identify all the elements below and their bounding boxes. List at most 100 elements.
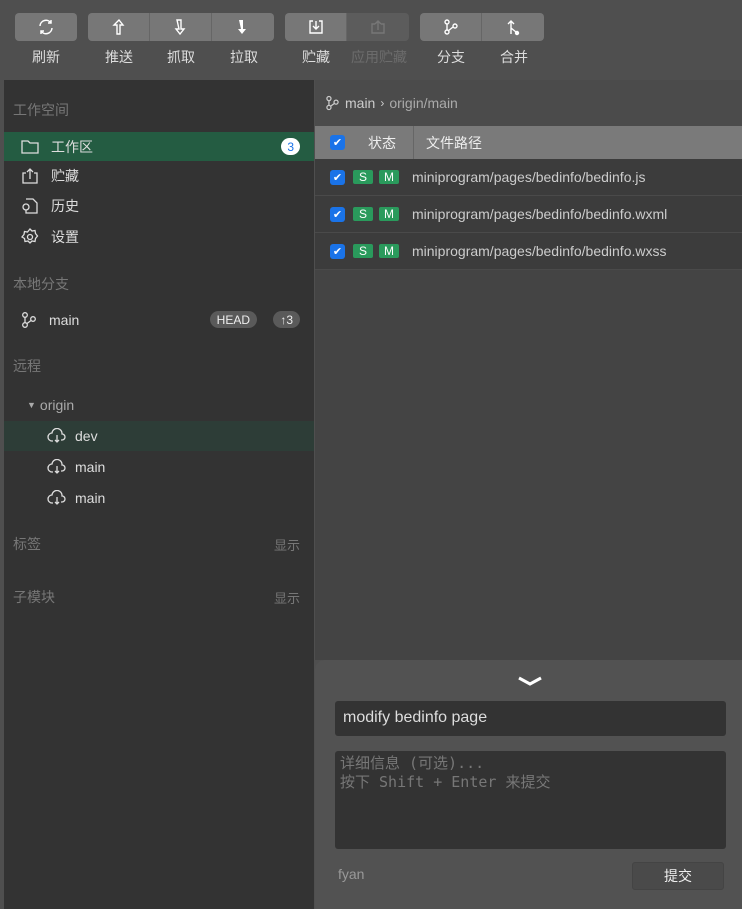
chevron-right-icon: ›	[380, 96, 385, 110]
file-path: miniprogram/pages/bedinfo/bedinfo.js	[412, 169, 646, 185]
file-checkbox[interactable]: ✔	[330, 169, 345, 185]
pull-icon	[238, 20, 246, 34]
file-path: miniprogram/pages/bedinfo/bedinfo.wxml	[412, 206, 668, 222]
push-label: 推送	[105, 49, 133, 65]
fetch-label: 抓取	[167, 49, 195, 65]
file-path: miniprogram/pages/bedinfo/bedinfo.wxss	[412, 243, 667, 259]
gear-icon	[21, 227, 39, 244]
remote-branch-main[interactable]: main	[4, 483, 314, 512]
branch-button[interactable]	[420, 13, 482, 41]
branch-name: main	[75, 458, 106, 475]
local-branches-title: 本地分支	[13, 276, 69, 292]
sidebar-item-stash[interactable]: 贮藏	[4, 161, 314, 190]
folder-icon	[21, 139, 39, 154]
file-row[interactable]: ✔ S M miniprogram/pages/bedinfo/bedinfo.…	[315, 159, 742, 196]
modified-badge: M	[379, 244, 399, 258]
fetch-icon	[174, 19, 185, 36]
remote-branch-main[interactable]: main	[4, 452, 314, 481]
author-name: fyan	[338, 866, 365, 882]
branch-icon	[443, 19, 458, 35]
ahead-badge: ↑3	[273, 311, 300, 328]
check-icon: ✔	[332, 171, 343, 184]
stash-button[interactable]	[285, 13, 347, 41]
remote-origin[interactable]: ▼ origin	[4, 390, 314, 419]
refresh-icon	[39, 19, 53, 35]
stash-icon	[22, 167, 38, 184]
apply-stash-button[interactable]	[347, 13, 409, 41]
chevron-down-icon[interactable]	[517, 676, 543, 686]
apply-stash-label: 应用贮藏	[351, 49, 407, 65]
workspace-section-title: 工作空间	[13, 102, 69, 118]
history-icon	[22, 197, 38, 214]
branch-icon	[326, 95, 339, 111]
local-branch: main	[345, 95, 376, 111]
sidebar-item-label: 贮藏	[51, 167, 79, 184]
file-row[interactable]: ✔ S M miniprogram/pages/bedinfo/bedinfo.…	[315, 196, 742, 233]
stash-label: 贮藏	[302, 49, 330, 65]
stash-icon	[308, 20, 323, 34]
submodules-section-title: 子模块	[13, 589, 55, 605]
tags-show-toggle[interactable]: 显示	[274, 535, 300, 554]
breadcrumb: main › origin/main	[315, 80, 742, 126]
modified-badge: M	[379, 207, 399, 221]
refresh-group	[15, 13, 77, 41]
sync-group	[88, 13, 274, 41]
check-icon: ✔	[332, 245, 343, 258]
modified-badge: M	[379, 170, 399, 184]
staged-badge: S	[353, 170, 373, 184]
table-header: ✔ 状态 文件路径	[315, 126, 742, 159]
merge-label: 合并	[500, 49, 528, 65]
toolbar: 刷新 推送 抓取 拉取 贮藏 应用贮藏 分支 合并	[0, 0, 742, 78]
staged-badge: S	[353, 207, 373, 221]
merge-icon	[507, 20, 520, 36]
cloud-download-icon	[47, 428, 66, 443]
select-all-checkbox[interactable]: ✔	[330, 135, 345, 150]
sidebar-item-label: 设置	[51, 228, 79, 245]
sidebar-item-workspace[interactable]: 工作区 3	[4, 132, 314, 161]
sidebar-item-label: 历史	[51, 197, 79, 214]
sidebar-item-settings[interactable]: 设置	[4, 222, 314, 251]
sidebar: 工作空间 工作区 3 贮藏 历史 设置 本地分支 main HEAD ↑3 远程…	[4, 80, 314, 909]
branch-label: 分支	[437, 49, 465, 65]
branch-name: dev	[75, 428, 98, 444]
caret-down-icon: ▼	[27, 399, 36, 410]
changes-panel: main › origin/main ✔ 状态 文件路径 ✔ S M minip…	[315, 80, 742, 660]
head-badge: HEAD	[209, 311, 257, 328]
file-checkbox[interactable]: ✔	[330, 243, 345, 259]
commit-button[interactable]: 提交	[632, 862, 724, 890]
push-icon	[111, 18, 124, 35]
commit-panel: modify bedinfo page 详细信息 (可选)... 按下 Shif…	[315, 660, 742, 909]
cloud-download-icon	[47, 458, 66, 474]
branch-name: main	[75, 489, 106, 506]
status-column-header[interactable]: 状态	[368, 133, 413, 153]
apply-stash-icon	[371, 20, 385, 34]
file-checkbox[interactable]: ✔	[330, 206, 345, 222]
remote-section-title: 远程	[13, 358, 41, 374]
tags-section-title: 标签	[13, 536, 41, 552]
submodules-show-toggle[interactable]: 显示	[274, 588, 300, 607]
commit-description-textarea[interactable]: 详细信息 (可选)... 按下 Shift + Enter 来提交	[335, 751, 726, 849]
local-branch-main[interactable]: main HEAD ↑3	[4, 305, 314, 334]
pull-label: 拉取	[230, 49, 258, 65]
file-row[interactable]: ✔ S M miniprogram/pages/bedinfo/bedinfo.…	[315, 233, 742, 270]
check-icon: ✔	[332, 137, 343, 149]
remote-name: origin	[39, 396, 75, 413]
staged-badge: S	[353, 244, 373, 258]
pull-button[interactable]	[212, 13, 274, 41]
push-button[interactable]	[88, 13, 150, 41]
refresh-label: 刷新	[32, 49, 60, 65]
remote-branch: origin/main	[389, 95, 458, 111]
cloud-download-icon	[47, 489, 66, 505]
refresh-button[interactable]	[15, 13, 77, 41]
remote-branch-dev[interactable]: dev	[4, 421, 314, 451]
branch-icon	[22, 311, 36, 328]
merge-button[interactable]	[482, 13, 544, 41]
stash-group	[285, 13, 409, 41]
check-icon: ✔	[332, 208, 343, 221]
path-column-header[interactable]: 文件路径	[413, 126, 482, 159]
sidebar-item-history[interactable]: 历史	[4, 191, 314, 220]
branch-group	[420, 13, 544, 41]
sidebar-item-label: 工作区	[51, 138, 93, 155]
commit-summary-input[interactable]: modify bedinfo page	[335, 701, 726, 736]
fetch-button[interactable]	[150, 13, 212, 41]
